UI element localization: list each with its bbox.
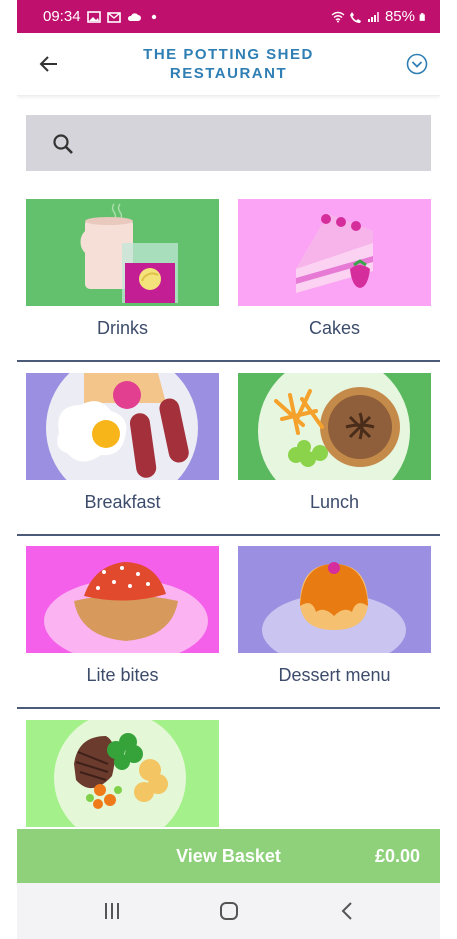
category-label[interactable]: Dessert menu <box>238 665 431 686</box>
cloud-icon <box>127 12 141 21</box>
gallery-icon <box>86 10 101 23</box>
search-input[interactable] <box>26 115 431 171</box>
category-label[interactable]: Lunch <box>238 492 431 513</box>
message-icon <box>106 11 121 23</box>
mains-illustration-icon <box>26 720 219 827</box>
cake-illustration-icon <box>238 199 431 306</box>
home-icon[interactable] <box>217 899 241 923</box>
dot-icon <box>151 14 156 19</box>
jacket-potato-illustration-icon <box>26 546 219 653</box>
title-line-2: RESTAURANT <box>169 65 288 82</box>
view-basket-button[interactable]: View Basket £0.00 <box>17 829 440 883</box>
page-title: THE POTTING SHED RESTAURANT <box>17 45 440 83</box>
category-tile-dessert-menu[interactable] <box>238 546 431 653</box>
category-label[interactable]: Drinks <box>26 318 219 339</box>
app-screen: 09:34 85% THE POTTING SHED RESTAURANT Dr… <box>17 0 440 939</box>
battery-percent: 85% <box>384 8 415 25</box>
recents-icon[interactable] <box>100 899 124 923</box>
battery-icon <box>419 12 425 21</box>
category-tile-drinks[interactable] <box>26 199 219 306</box>
back-arrow-icon[interactable] <box>37 52 61 76</box>
category-tile-lite-bites[interactable] <box>26 546 219 653</box>
category-label[interactable]: Lite bites <box>26 665 219 686</box>
category-tile-breakfast[interactable] <box>26 373 219 480</box>
lunch-illustration-icon <box>238 373 431 480</box>
system-nav-bar <box>17 883 440 939</box>
category-label[interactable]: Cakes <box>238 318 431 339</box>
back-nav-icon[interactable] <box>336 899 360 923</box>
chevron-down-circle-icon[interactable] <box>406 53 428 75</box>
status-bar: 09:34 85% <box>17 0 440 33</box>
divider <box>17 534 440 536</box>
signal-icon <box>367 11 379 22</box>
title-line-1: THE POTTING SHED <box>143 46 314 63</box>
category-label[interactable]: Breakfast <box>26 492 219 513</box>
dessert-illustration-icon <box>238 546 431 653</box>
app-header: THE POTTING SHED RESTAURANT <box>17 33 440 96</box>
breakfast-illustration-icon <box>26 373 219 480</box>
category-tile-cakes[interactable] <box>238 199 431 306</box>
category-tile-lunch[interactable] <box>238 373 431 480</box>
call-icon <box>349 11 361 23</box>
drinks-illustration-icon <box>26 199 219 306</box>
wifi-icon <box>331 11 345 22</box>
search-icon <box>53 134 73 154</box>
divider <box>17 360 440 362</box>
status-time: 09:34 <box>43 8 81 25</box>
category-tile-mains[interactable] <box>26 720 219 827</box>
divider <box>17 707 440 709</box>
basket-total: £0.00 <box>374 846 420 866</box>
